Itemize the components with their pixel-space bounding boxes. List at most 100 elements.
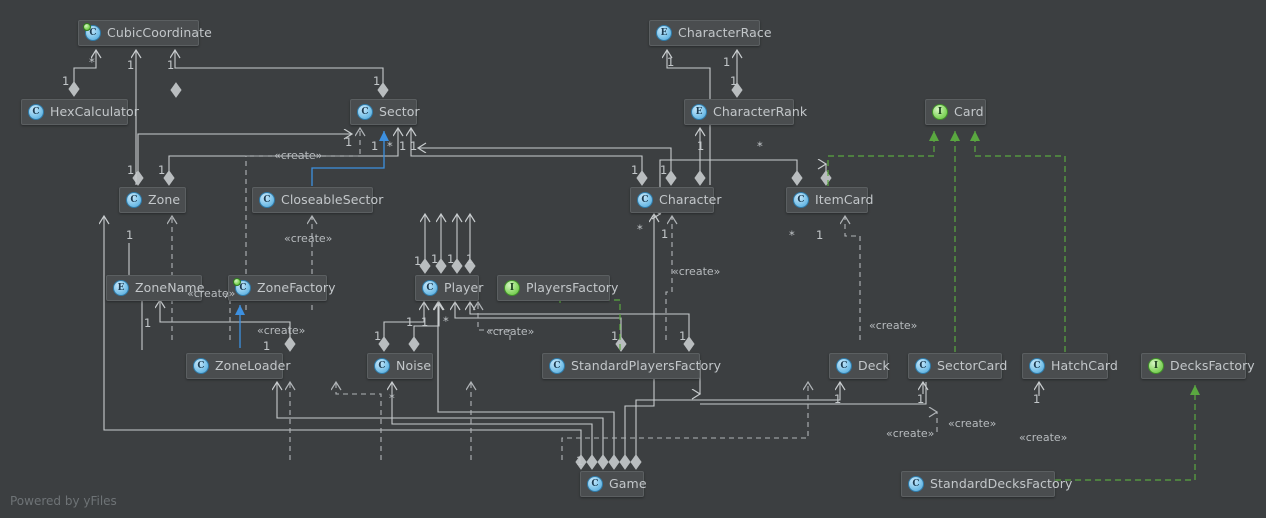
multiplicity-label: 1 [697,139,705,153]
class-node-label: Player [444,279,484,295]
multiplicity-label: 1 [158,163,166,177]
game-association-edges [700,382,1040,405]
class-node-ZoneLoader[interactable]: C ZoneLoader [186,353,291,379]
multiplicity-label: 1 [917,392,925,406]
static-type-icon: C [83,23,101,41]
multiplicity-label: 1 [730,74,738,88]
multiplicity-label: 1 [723,55,731,69]
class-node-Character[interactable]: C Character [630,187,722,213]
class-node-label: CubicCoordinate [107,24,212,40]
stereotype-label: «create» [886,427,935,440]
yfiles-watermark: Powered by yFiles [10,494,117,508]
class-node-Game[interactable]: C Game [580,471,647,497]
class-node-label: StandardPlayersFactory [571,357,722,373]
class-type-icon: C [126,192,142,208]
stereotype-label: «create» [486,325,535,338]
multiplicity-label: * [387,139,393,153]
class-node-PlayersFactory[interactable]: I PlayersFactory [497,275,618,301]
class-node-label: DecksFactory [1170,357,1255,373]
class-node-Deck[interactable]: C Deck [829,353,890,379]
class-type-icon: C [357,104,373,120]
class-type-icon: C [908,476,924,492]
class-node-ZoneFactory[interactable]: C ZoneFactory [228,275,335,301]
class-node-SectorCard[interactable]: C SectorCard [908,353,1007,379]
class-node-CharacterRank[interactable]: E CharacterRank [684,99,807,125]
class-node-label: Character [659,191,722,207]
class-node-StandardPlayersFactory[interactable]: C StandardPlayersFactory [542,353,721,379]
class-node-label: StandardDecksFactory [930,475,1073,491]
enum-type-icon: E [113,280,129,296]
multiplicity-label: 1 [660,163,668,177]
multiplicity-label: 1 [466,252,474,266]
class-node-label: Deck [858,357,890,373]
class-node-CloseableSector[interactable]: C CloseableSector [252,187,383,213]
class-node-label: CharacterRank [713,103,808,119]
class-node-ItemCard[interactable]: C ItemCard [786,187,873,213]
enum-type-icon: E [691,104,707,120]
multiplicity-label: * [89,55,95,69]
class-node-HexCalculator[interactable]: C HexCalculator [21,99,139,125]
multiplicity-label: 1 [373,74,381,88]
class-node-label: HatchCard [1051,357,1118,373]
multiplicity-label: 1 [414,254,422,268]
multiplicity-label: 1 [611,329,619,343]
class-node-label: Noise [396,357,432,373]
edge-layer [68,0,1200,481]
stereotype-label: «create» [284,232,333,245]
class-node-Zone[interactable]: C Zone [119,187,186,213]
class-type-icon: C [587,476,603,492]
class-node-Noise[interactable]: C Noise [367,353,433,379]
multiplicity-label: 1 [127,58,135,72]
interface-type-icon: I [932,104,948,120]
class-node-label: CharacterRace [678,24,772,40]
class-type-icon: C [28,104,44,120]
stereotype-label: «create» [257,324,306,337]
realization-edges-green [555,131,1200,481]
stereotype-label: «create» [1019,431,1068,444]
multiplicity-label: 1 [816,228,824,242]
multiplicity-label: 1 [374,329,382,343]
multiplicity-label: 1 [127,163,135,177]
class-node-label: Game [609,475,647,491]
interface-type-icon: I [504,280,520,296]
class-type-icon: C [374,358,390,374]
uml-diagram-canvas: C CubicCoordinate C HexCalculator C Sector E Ch… [0,0,1266,518]
class-node-Sector[interactable]: C Sector [350,99,420,125]
class-node-StandardDecksFactory[interactable]: C StandardDecksFactory [901,471,1072,497]
multiplicity-label: 1 [371,139,379,153]
class-node-DecksFactory[interactable]: I DecksFactory [1141,353,1255,379]
class-node-label: Card [954,103,984,119]
interface-type-icon: I [1148,358,1164,374]
class-type-icon: C [549,358,565,374]
class-node-label: PlayersFactory [526,279,619,295]
multiplicity-label: 1 [1033,392,1041,406]
multiplicity-label: 1 [406,315,414,329]
class-node-label: CloseableSector [281,191,384,207]
class-node-HatchCard[interactable]: C HatchCard [1022,353,1118,379]
multiplicity-label: 1 [447,252,455,266]
abstract-type-icon: C [233,278,251,296]
class-node-Card[interactable]: I Card [925,99,986,125]
association-edges [73,50,1039,455]
class-node-label: HexCalculator [50,103,140,119]
enum-type-icon: E [656,25,672,41]
stereotype-label: «create» [869,319,918,332]
multiplicity-label: * [389,391,395,405]
class-node-label: SectorCard [937,357,1008,373]
multiplicity-label: 1 [631,163,639,177]
multiplicity-label: * [757,139,763,153]
class-node-Player[interactable]: C Player [415,275,483,301]
stereotype-label: «create» [274,149,323,162]
multiplicity-label: 1 [679,329,687,343]
multiplicity-label: 1 [126,228,134,242]
multiplicity-label: 1 [576,454,584,468]
multiplicity-label: 1 [667,55,675,69]
class-type-icon: C [915,358,931,374]
class-node-CharacterRace[interactable]: E CharacterRace [649,20,772,46]
stereotype-label: «create» [948,417,997,430]
class-type-icon: C [259,192,275,208]
class-type-icon: C [637,192,653,208]
class-type-icon: C [193,358,209,374]
class-node-CubicCoordinate[interactable]: C CubicCoordinate [78,20,212,46]
multiplicity-label: * [443,314,449,328]
